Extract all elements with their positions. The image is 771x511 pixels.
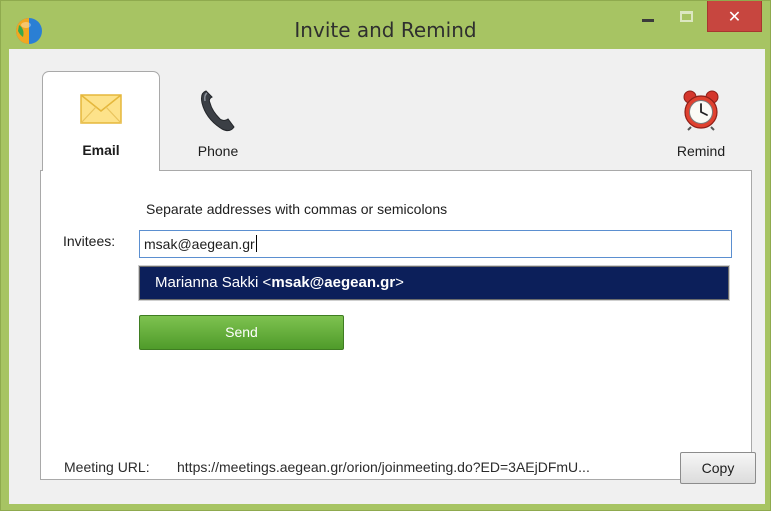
invitees-label: Invitees: — [63, 233, 116, 249]
dialog-body: Email Phone Remind Separate addresses wi… — [9, 49, 765, 504]
maximize-icon — [679, 11, 693, 22]
close-button[interactable]: ✕ — [707, 1, 762, 32]
meeting-url-label: Meeting URL: — [64, 459, 150, 475]
tab-email-label: Email — [82, 142, 120, 158]
suggestion-suffix: > — [395, 274, 404, 291]
telephone-handset-icon — [198, 89, 238, 137]
invitees-input-value: msak@aegean.gr — [144, 236, 255, 252]
suggestion-name: Marianna Sakki < — [155, 274, 272, 291]
tab-phone-label: Phone — [197, 143, 239, 159]
send-button[interactable]: Send — [139, 315, 344, 350]
tab-phone[interactable]: Phone — [163, 71, 273, 167]
email-tab-panel: Separate addresses with commas or semico… — [40, 170, 752, 480]
invitees-input[interactable]: msak@aegean.gr — [139, 230, 732, 258]
tab-email[interactable]: Email — [42, 71, 160, 171]
minimize-icon — [642, 19, 654, 22]
suggestion-email: msak@aegean.gr — [271, 274, 396, 291]
address-separator-hint: Separate addresses with commas or semico… — [146, 201, 448, 217]
tab-remind[interactable]: Remind — [656, 71, 746, 167]
tab-remind-label: Remind — [676, 143, 726, 159]
minimize-button[interactable] — [633, 1, 663, 32]
autocomplete-suggestion[interactable]: Marianna Sakki <msak@aegean.gr> — [138, 265, 730, 301]
invite-remind-window: Invite and Remind ✕ Email Phone Remind S… — [0, 0, 771, 511]
alarm-clock-icon — [681, 89, 721, 135]
envelope-icon — [80, 94, 122, 128]
maximize-button[interactable] — [671, 1, 701, 32]
copy-button[interactable]: Copy — [680, 452, 756, 484]
text-caret — [255, 235, 257, 252]
close-icon: ✕ — [727, 6, 742, 26]
meeting-url-value: https://meetings.aegean.gr/orion/joinmee… — [177, 459, 590, 475]
